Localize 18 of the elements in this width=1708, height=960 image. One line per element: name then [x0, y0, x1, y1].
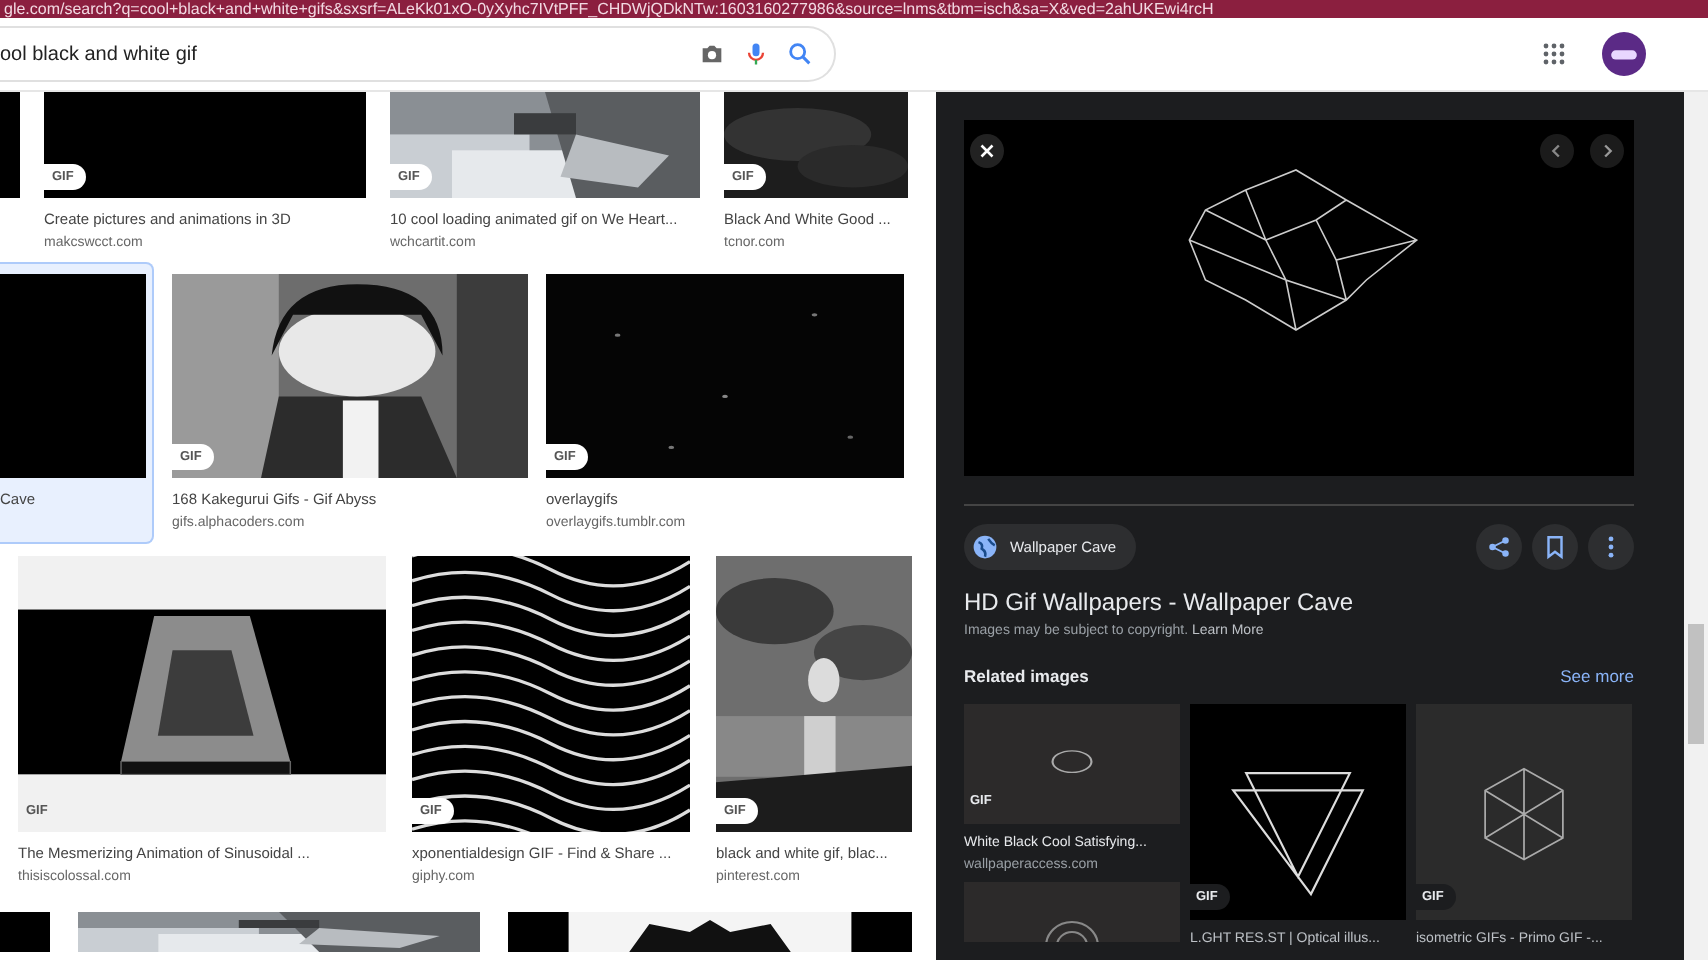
search-field[interactable]: ool black and white gif — [0, 26, 836, 82]
globe-icon[interactable] — [972, 534, 998, 560]
search-icon[interactable] — [786, 40, 814, 68]
bookmark-icon[interactable] — [1542, 534, 1568, 560]
more-button[interactable] — [1588, 524, 1634, 570]
avatar-icon[interactable] — [1602, 32, 1646, 76]
address-bar[interactable]: gle.com/search?q=cool+black+and+white+gifs&sxsrf=ALeKk01xO-0yXyhc7IVtPFF_CHDWjQDkNTw:1603160277986&source=lnms&tbm=isch&sa=X&ved=2ahUKEwi4rcH — [0, 0, 1708, 18]
section-heading: Related images — [964, 666, 1089, 686]
preview-title[interactable]: HD Gif Wallpapers - Wallpaper Cave — [964, 588, 1634, 616]
camera-icon[interactable] — [698, 40, 726, 68]
share-icon[interactable] — [1486, 534, 1512, 560]
share-button[interactable] — [1476, 524, 1522, 570]
scrollbar[interactable] — [1684, 92, 1708, 960]
see-more-link[interactable]: See more — [1560, 666, 1634, 686]
close-icon[interactable] — [976, 140, 998, 162]
apps-icon[interactable] — [1542, 42, 1566, 66]
microphone-icon[interactable] — [742, 40, 770, 68]
bookmark-button[interactable] — [1532, 524, 1578, 570]
